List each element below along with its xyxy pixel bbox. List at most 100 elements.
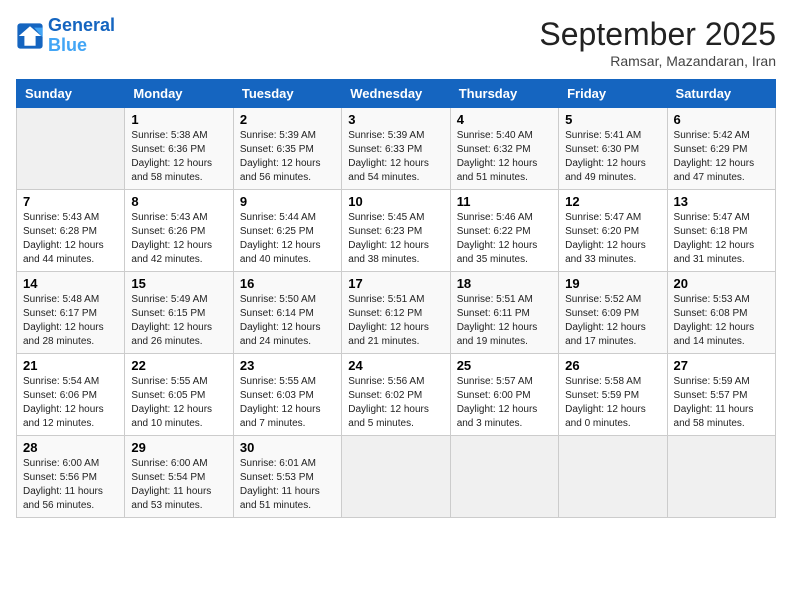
day-info: Sunrise: 6:01 AMSunset: 5:53 PMDaylight:…: [240, 457, 335, 513]
day-number: 2: [240, 112, 335, 127]
day-number: 15: [131, 276, 226, 291]
day-number: 25: [457, 358, 552, 373]
day-info: Sunrise: 5:41 AMSunset: 6:30 PMDaylight:…: [565, 129, 660, 185]
day-info: Sunrise: 5:54 AMSunset: 6:06 PMDaylight:…: [23, 375, 118, 431]
day-number: 27: [674, 358, 769, 373]
day-info: Sunrise: 5:39 AMSunset: 6:33 PMDaylight:…: [348, 129, 443, 185]
calendar-cell: 12 Sunrise: 5:47 AMSunset: 6:20 PMDayligh…: [559, 190, 667, 272]
column-header-sunday: Sunday: [17, 80, 125, 108]
day-number: 12: [565, 194, 660, 209]
column-header-friday: Friday: [559, 80, 667, 108]
calendar-cell: 11 Sunrise: 5:46 AMSunset: 6:22 PMDayligh…: [450, 190, 558, 272]
day-number: 21: [23, 358, 118, 373]
day-number: 3: [348, 112, 443, 127]
calendar-cell: 22 Sunrise: 5:55 AMSunset: 6:05 PMDayligh…: [125, 354, 233, 436]
day-info: Sunrise: 5:42 AMSunset: 6:29 PMDaylight:…: [674, 129, 769, 185]
calendar-cell: 3 Sunrise: 5:39 AMSunset: 6:33 PMDaylight…: [342, 108, 450, 190]
day-info: Sunrise: 5:45 AMSunset: 6:23 PMDaylight:…: [348, 211, 443, 267]
calendar-cell: 2 Sunrise: 5:39 AMSunset: 6:35 PMDaylight…: [233, 108, 341, 190]
week-row-4: 21 Sunrise: 5:54 AMSunset: 6:06 PMDayligh…: [17, 354, 776, 436]
day-info: Sunrise: 5:58 AMSunset: 5:59 PMDaylight:…: [565, 375, 660, 431]
calendar-cell: 5 Sunrise: 5:41 AMSunset: 6:30 PMDaylight…: [559, 108, 667, 190]
month-title: September 2025: [539, 16, 776, 53]
day-info: Sunrise: 5:44 AMSunset: 6:25 PMDaylight:…: [240, 211, 335, 267]
column-header-saturday: Saturday: [667, 80, 775, 108]
calendar-cell: 30Sunrise: 6:01 AMSunset: 5:53 PMDayligh…: [233, 436, 341, 518]
day-number: 13: [674, 194, 769, 209]
calendar-cell: [342, 436, 450, 518]
day-info: Sunrise: 5:47 AMSunset: 6:20 PMDaylight:…: [565, 211, 660, 267]
day-info: Sunrise: 5:59 AMSunset: 5:57 PMDaylight:…: [674, 375, 769, 431]
day-info: Sunrise: 5:48 AMSunset: 6:17 PMDaylight:…: [23, 293, 118, 349]
week-row-2: 7Sunrise: 5:43 AMSunset: 6:28 PMDaylight…: [17, 190, 776, 272]
day-number: 10: [348, 194, 443, 209]
day-number: 17: [348, 276, 443, 291]
calendar-cell: 10 Sunrise: 5:45 AMSunset: 6:23 PMDayligh…: [342, 190, 450, 272]
week-row-5: 28Sunrise: 6:00 AMSunset: 5:56 PMDayligh…: [17, 436, 776, 518]
calendar-cell: 7Sunrise: 5:43 AMSunset: 6:28 PMDaylight…: [17, 190, 125, 272]
day-info: Sunrise: 5:55 AMSunset: 6:03 PMDaylight:…: [240, 375, 335, 431]
calendar-cell: 15 Sunrise: 5:49 AMSunset: 6:15 PMDayligh…: [125, 272, 233, 354]
day-info: Sunrise: 5:50 AMSunset: 6:14 PMDaylight:…: [240, 293, 335, 349]
day-info: Sunrise: 5:49 AMSunset: 6:15 PMDaylight:…: [131, 293, 226, 349]
calendar-cell: 6 Sunrise: 5:42 AMSunset: 6:29 PMDaylight…: [667, 108, 775, 190]
calendar-cell: [667, 436, 775, 518]
calendar-cell: 25Sunrise: 5:57 AMSunset: 6:00 PMDayligh…: [450, 354, 558, 436]
day-number: 29: [131, 440, 226, 455]
day-info: Sunrise: 5:43 AMSunset: 6:28 PMDaylight:…: [23, 211, 118, 267]
day-info: Sunrise: 5:47 AMSunset: 6:18 PMDaylight:…: [674, 211, 769, 267]
calendar-cell: 21 Sunrise: 5:54 AMSunset: 6:06 PMDayligh…: [17, 354, 125, 436]
calendar-cell: 19 Sunrise: 5:52 AMSunset: 6:09 PMDayligh…: [559, 272, 667, 354]
location-subtitle: Ramsar, Mazandaran, Iran: [539, 53, 776, 69]
day-number: 18: [457, 276, 552, 291]
calendar-cell: 24 Sunrise: 5:56 AMSunset: 6:02 PMDayligh…: [342, 354, 450, 436]
day-number: 8: [131, 194, 226, 209]
day-info: Sunrise: 5:53 AMSunset: 6:08 PMDaylight:…: [674, 293, 769, 349]
calendar-cell: 1 Sunrise: 5:38 AMSunset: 6:36 PMDaylight…: [125, 108, 233, 190]
header-row: SundayMondayTuesdayWednesdayThursdayFrid…: [17, 80, 776, 108]
column-header-thursday: Thursday: [450, 80, 558, 108]
logo-icon: [16, 22, 44, 50]
week-row-1: 1 Sunrise: 5:38 AMSunset: 6:36 PMDaylight…: [17, 108, 776, 190]
day-info: Sunrise: 5:51 AMSunset: 6:12 PMDaylight:…: [348, 293, 443, 349]
day-info: Sunrise: 5:40 AMSunset: 6:32 PMDaylight:…: [457, 129, 552, 185]
day-info: Sunrise: 5:39 AMSunset: 6:35 PMDaylight:…: [240, 129, 335, 185]
day-number: 28: [23, 440, 118, 455]
column-header-wednesday: Wednesday: [342, 80, 450, 108]
day-number: 6: [674, 112, 769, 127]
day-number: 1: [131, 112, 226, 127]
day-number: 9: [240, 194, 335, 209]
column-header-tuesday: Tuesday: [233, 80, 341, 108]
logo-text: General Blue: [48, 16, 115, 56]
calendar-cell: 17 Sunrise: 5:51 AMSunset: 6:12 PMDayligh…: [342, 272, 450, 354]
day-number: 5: [565, 112, 660, 127]
day-number: 26: [565, 358, 660, 373]
day-number: 19: [565, 276, 660, 291]
logo: General Blue: [16, 16, 115, 56]
day-number: 11: [457, 194, 552, 209]
day-info: Sunrise: 5:56 AMSunset: 6:02 PMDaylight:…: [348, 375, 443, 431]
calendar-cell: 4 Sunrise: 5:40 AMSunset: 6:32 PMDaylight…: [450, 108, 558, 190]
day-info: Sunrise: 5:51 AMSunset: 6:11 PMDaylight:…: [457, 293, 552, 349]
calendar-cell: 8Sunrise: 5:43 AMSunset: 6:26 PMDaylight…: [125, 190, 233, 272]
calendar-table: SundayMondayTuesdayWednesdayThursdayFrid…: [16, 79, 776, 518]
day-info: Sunrise: 5:46 AMSunset: 6:22 PMDaylight:…: [457, 211, 552, 267]
calendar-cell: 20Sunrise: 5:53 AMSunset: 6:08 PMDayligh…: [667, 272, 775, 354]
page-header: General Blue September 2025 Ramsar, Maza…: [16, 16, 776, 69]
day-number: 16: [240, 276, 335, 291]
calendar-cell: 29Sunrise: 6:00 AMSunset: 5:54 PMDayligh…: [125, 436, 233, 518]
day-info: Sunrise: 5:38 AMSunset: 6:36 PMDaylight:…: [131, 129, 226, 185]
calendar-cell: 13 Sunrise: 5:47 AMSunset: 6:18 PMDayligh…: [667, 190, 775, 272]
calendar-cell: 9 Sunrise: 5:44 AMSunset: 6:25 PMDaylight…: [233, 190, 341, 272]
day-number: 23: [240, 358, 335, 373]
day-number: 4: [457, 112, 552, 127]
week-row-3: 14 Sunrise: 5:48 AMSunset: 6:17 PMDayligh…: [17, 272, 776, 354]
day-info: Sunrise: 5:55 AMSunset: 6:05 PMDaylight:…: [131, 375, 226, 431]
day-number: 24: [348, 358, 443, 373]
day-info: Sunrise: 5:52 AMSunset: 6:09 PMDaylight:…: [565, 293, 660, 349]
calendar-cell: 23 Sunrise: 5:55 AMSunset: 6:03 PMDayligh…: [233, 354, 341, 436]
column-header-monday: Monday: [125, 80, 233, 108]
day-number: 22: [131, 358, 226, 373]
calendar-cell: 16 Sunrise: 5:50 AMSunset: 6:14 PMDayligh…: [233, 272, 341, 354]
day-number: 14: [23, 276, 118, 291]
